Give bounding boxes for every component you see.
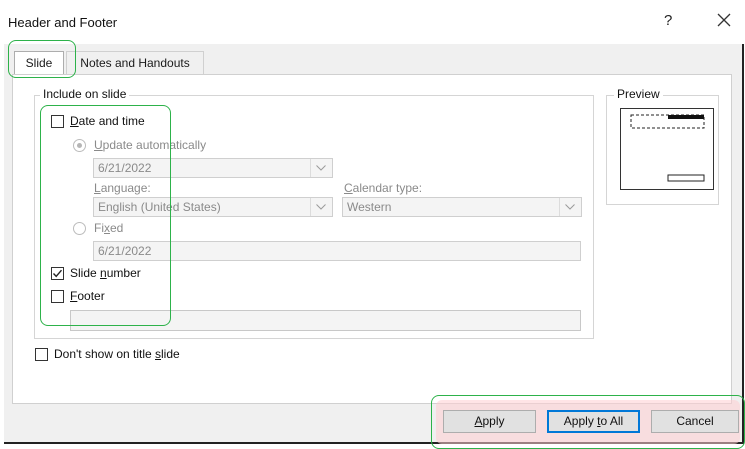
buttons-annotation xyxy=(431,395,745,449)
preview-placeholders xyxy=(630,114,705,182)
include-on-slide-label: Include on slide xyxy=(40,87,130,101)
dialog-title: Header and Footer xyxy=(8,15,118,30)
preview-label: Preview xyxy=(614,87,663,101)
chevron-down-icon xyxy=(316,165,326,171)
chevron-down-icon xyxy=(565,204,575,210)
preview-slide-thumbnail xyxy=(620,108,714,190)
close-button[interactable] xyxy=(712,8,736,32)
tab-notes-handouts-label: Notes and Handouts xyxy=(80,56,190,70)
help-button[interactable]: ? xyxy=(664,12,672,29)
slide-tab-annotation xyxy=(8,40,76,78)
close-icon xyxy=(717,13,731,27)
auto-date-dropdown-arrow xyxy=(310,159,332,177)
calendar-rest: alendar type: xyxy=(352,181,423,195)
calendar-type-value: Western xyxy=(347,200,392,214)
calendar-type-dropdown[interactable]: Western xyxy=(342,197,582,217)
dont-show-pre: Don't show on title xyxy=(54,347,156,361)
language-dropdown-arrow xyxy=(310,198,332,216)
calendar-type-label: Calendar type: xyxy=(344,181,422,195)
dont-show-title-slide-label: Don't show on title slide xyxy=(54,347,180,361)
dont-show-rest: lide xyxy=(161,347,180,361)
title-bar: Header and Footer ? xyxy=(0,0,745,44)
calendar-mnemonic: C xyxy=(344,181,353,195)
chevron-down-icon xyxy=(316,204,326,210)
tab-notes-handouts[interactable]: Notes and Handouts xyxy=(66,51,204,75)
checkbox-options-annotation xyxy=(40,105,171,326)
calendar-dropdown-arrow xyxy=(559,198,581,216)
dont-show-title-slide-checkbox[interactable] xyxy=(35,348,48,361)
